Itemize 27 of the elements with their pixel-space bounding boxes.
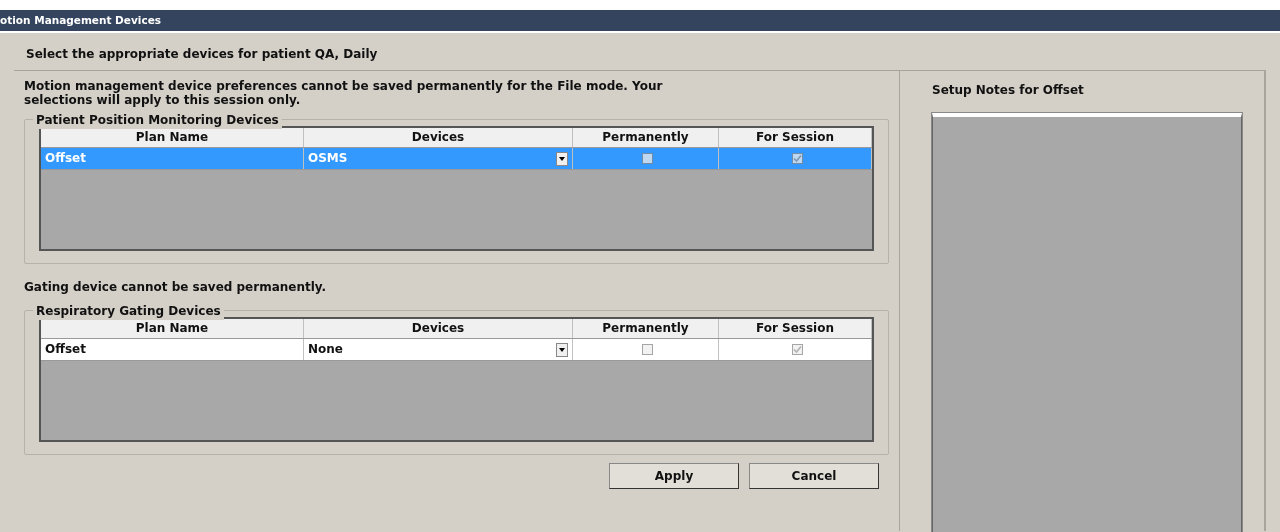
- caret-icon: [559, 156, 565, 161]
- cancel-button[interactable]: Cancel: [749, 463, 879, 489]
- setup-notes-field[interactable]: [932, 113, 1242, 532]
- apply-button[interactable]: Apply: [609, 463, 739, 489]
- instruction-text: Select the appropriate devices for patient QA, Daily: [26, 47, 378, 61]
- column-header: Devices: [304, 319, 573, 338]
- dropdown-button[interactable]: [556, 151, 568, 166]
- table-row[interactable]: Offset None: [41, 339, 872, 361]
- device-value: OSMS: [308, 150, 348, 167]
- caret-icon: [559, 347, 565, 352]
- column-header: Plan Name: [41, 128, 304, 147]
- column-header: Permanently: [573, 319, 719, 338]
- column-header: Plan Name: [41, 319, 304, 338]
- device-value: None: [308, 341, 343, 358]
- notice-text: Motion management device preferences cannot be saved permanently for the File mode. Your selections will apply to this session only.: [24, 79, 664, 107]
- table-cell-text: Offset: [45, 341, 86, 358]
- group-title: Patient Position Monitoring Devices: [33, 111, 282, 129]
- window-title: otion Management Devices: [0, 14, 161, 26]
- column-header: For Session: [719, 128, 872, 147]
- group-title: Respiratory Gating Devices: [33, 302, 224, 320]
- column-header: Devices: [304, 128, 573, 147]
- column-header: For Session: [719, 319, 872, 338]
- dropdown-button[interactable]: [556, 342, 568, 357]
- table-cell-text: Offset: [45, 150, 86, 167]
- column-header: Permanently: [573, 128, 719, 147]
- setup-notes-title: Setup Notes for Offset: [932, 82, 1085, 99]
- gating-note: Gating device cannot be saved permanently.: [24, 279, 328, 296]
